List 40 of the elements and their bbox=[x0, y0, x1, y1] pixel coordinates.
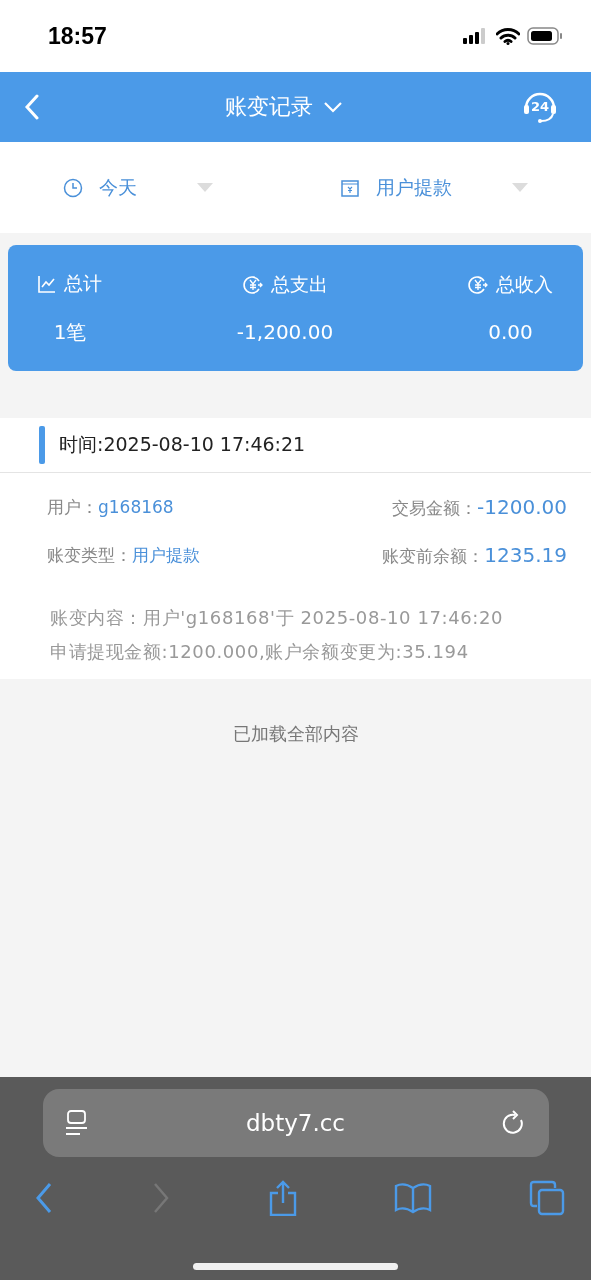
clock-icon bbox=[63, 177, 84, 198]
reader-icon bbox=[64, 1110, 89, 1136]
list-end-text: 已加载全部内容 bbox=[232, 722, 359, 746]
status-time: 18:57 bbox=[48, 22, 107, 50]
user-label: 用户： bbox=[47, 495, 98, 519]
record-time: 时间:2025-08-10 17:46:21 bbox=[59, 432, 306, 457]
filter-dropdown[interactable]: 今天 bbox=[63, 174, 214, 201]
summary-value: 0.00 bbox=[488, 320, 533, 344]
summary-value: 1笔 bbox=[53, 318, 87, 346]
tabs-button[interactable] bbox=[529, 1180, 565, 1216]
wifi-icon bbox=[496, 27, 520, 45]
amount-label: 交易金额： bbox=[392, 496, 478, 520]
amount-value: -1200.00 bbox=[477, 494, 567, 519]
balance-label: 账变前余额： bbox=[382, 544, 485, 568]
yuan-icon bbox=[242, 275, 263, 295]
support-button[interactable]: 24 bbox=[521, 88, 559, 126]
type-label: 账变类型： bbox=[47, 543, 132, 567]
battery-icon bbox=[527, 27, 563, 45]
back-button[interactable] bbox=[34, 1182, 54, 1214]
summary-value: -1,200.00 bbox=[236, 320, 334, 344]
yuan-box-icon bbox=[339, 177, 360, 198]
record-content: 账变内容：用户'g168168'于 2025-08-10 17:46:20 申请提现金额:1200.000,账户余额变更为:35.194 bbox=[50, 606, 505, 664]
summary-label: 总支出 bbox=[270, 272, 328, 297]
filter-dropdown[interactable]: 用户提款 bbox=[339, 174, 528, 201]
yuan-icon bbox=[468, 275, 488, 295]
back-icon bbox=[24, 94, 40, 120]
bookmarks-button[interactable] bbox=[394, 1182, 433, 1214]
address-bar[interactable]: dbty7.cc bbox=[42, 1089, 549, 1157]
summary-label: 总计 bbox=[64, 270, 102, 296]
triangle-down-icon bbox=[511, 182, 528, 193]
user-value: g168168 bbox=[98, 496, 174, 517]
summary-label: 总收入 bbox=[496, 272, 553, 297]
chevron-down-icon bbox=[322, 101, 343, 113]
chart-icon bbox=[38, 274, 56, 293]
balance-value: 1235.19 bbox=[484, 542, 567, 567]
title-dropdown[interactable]: 账变记录 bbox=[224, 92, 343, 122]
url-text: dbty7.cc bbox=[245, 1110, 346, 1136]
triangle-down-icon bbox=[197, 182, 214, 193]
type-value: 用户提款 bbox=[132, 543, 200, 567]
share-button[interactable] bbox=[267, 1180, 298, 1216]
